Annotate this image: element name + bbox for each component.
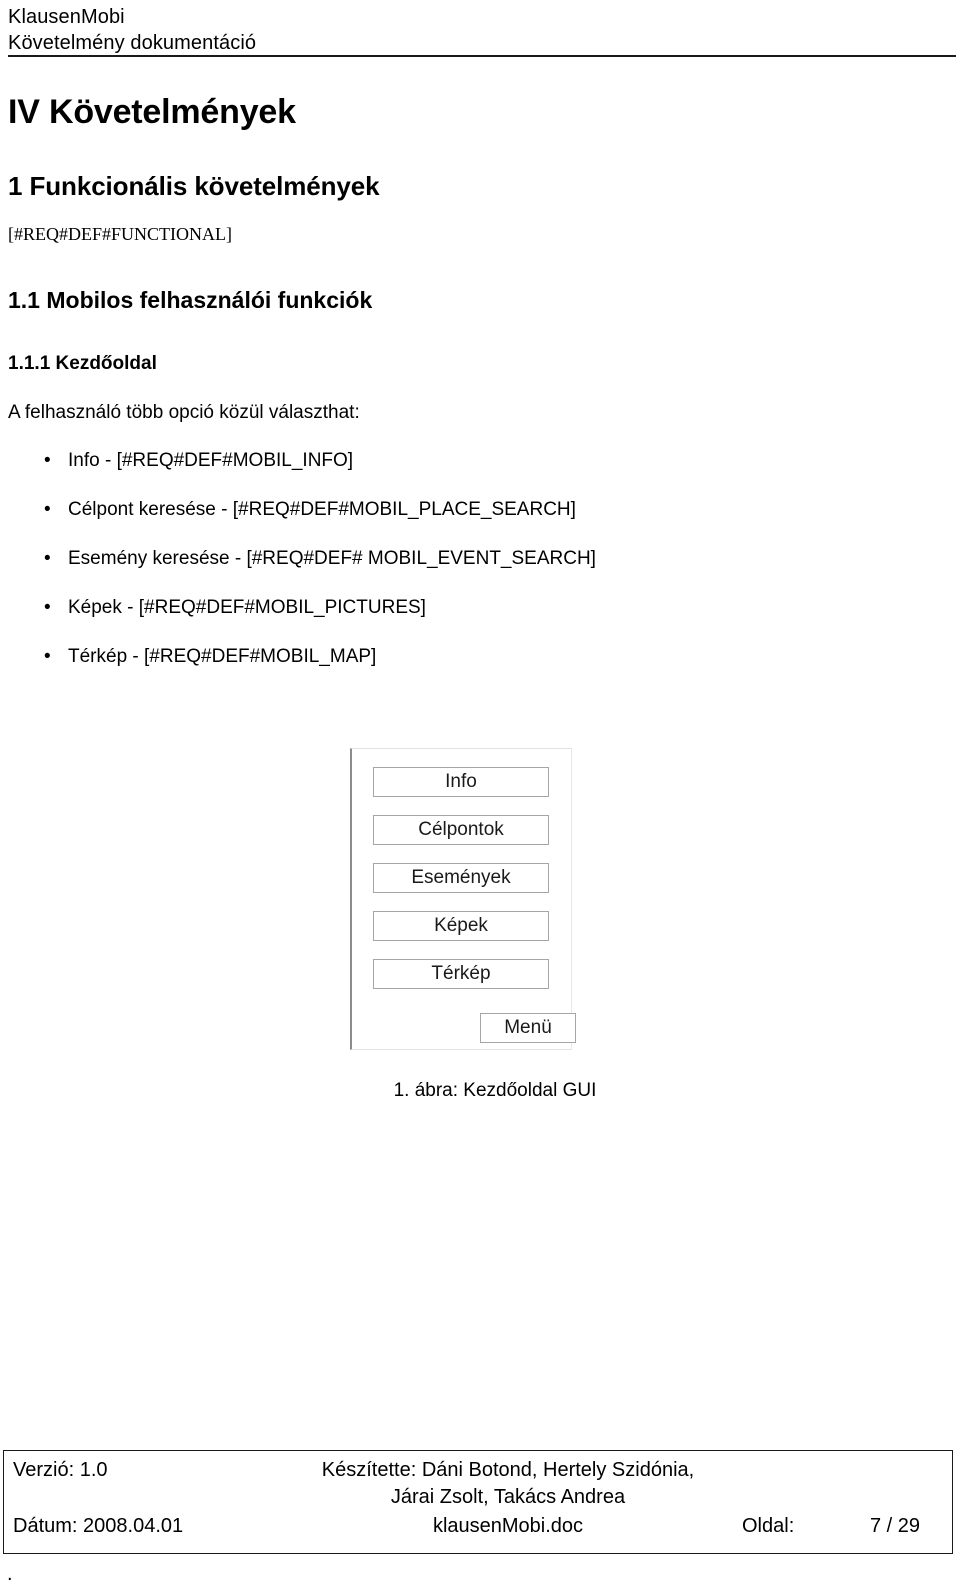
gui-button-info[interactable]: Info bbox=[373, 767, 549, 797]
list-item: • Esemény keresése - [#REQ#DEF# MOBIL_EV… bbox=[8, 546, 936, 572]
list-item: • Képek - [#REQ#DEF#MOBIL_PICTURES] bbox=[8, 595, 936, 621]
section-heading-1-1-1: 1.1.1 Kezdőoldal bbox=[8, 353, 157, 374]
figure-kezdooldal-gui: Info Célpontok Események Képek Térkép Me… bbox=[0, 748, 960, 1050]
stray-period-mark: . bbox=[7, 1563, 13, 1585]
section-heading-1-1: 1.1 Mobilos felhasználói funkciók bbox=[8, 287, 373, 313]
footer-row: Verzió: 1.0 Készítette: Dáni Botond, Her… bbox=[4, 1451, 952, 1513]
footer-authors-line2: Járai Zsolt, Takács Andrea bbox=[390, 1486, 626, 1508]
chapter-heading: IV Követelmények bbox=[8, 93, 296, 131]
header-subtitle-line: Követelmény dokumentáció bbox=[8, 32, 257, 54]
footer-date: Dátum: 2008.04.01 bbox=[13, 1515, 184, 1537]
bullet-icon: • bbox=[44, 548, 51, 569]
gui-button-menu[interactable]: Menü bbox=[480, 1013, 576, 1043]
footer-version: Verzió: 1.0 bbox=[13, 1459, 108, 1481]
gui-button-celpontok[interactable]: Célpontok bbox=[373, 815, 549, 845]
list-item-label: Esemény keresése - [#REQ#DEF# MOBIL_EVEN… bbox=[68, 548, 596, 569]
list-item-label: Célpont keresése - [#REQ#DEF#MOBIL_PLACE… bbox=[68, 499, 576, 520]
gui-button-esemenyek[interactable]: Események bbox=[373, 863, 549, 893]
footer-authors: Készítette: Dáni Botond, Hertely Szidóni… bbox=[274, 1457, 742, 1511]
gui-button-list: Info Célpontok Események Képek Térkép bbox=[373, 767, 549, 989]
list-item: • Info - [#REQ#DEF#MOBIL_INFO] bbox=[8, 448, 936, 474]
footer-authors-line1: Készítette: Dáni Botond, Hertely Szidóni… bbox=[321, 1459, 695, 1481]
list-item: • Célpont keresése - [#REQ#DEF#MOBIL_PLA… bbox=[8, 497, 936, 523]
footer-filename: klausenMobi.doc bbox=[432, 1515, 584, 1537]
figure-caption: 1. ábra: Kezdőoldal GUI bbox=[0, 1078, 960, 1104]
footer-page-label: Oldal: bbox=[742, 1515, 795, 1537]
header-divider bbox=[8, 55, 956, 57]
list-item: • Térkép - [#REQ#DEF#MOBIL_MAP] bbox=[8, 644, 936, 670]
header-title-line: KlausenMobi bbox=[8, 6, 125, 28]
list-item-label: Info - [#REQ#DEF#MOBIL_INFO] bbox=[68, 450, 354, 471]
footer-row: Dátum: 2008.04.01 klausenMobi.doc Oldal:… bbox=[4, 1513, 952, 1553]
figure-caption-text: 1. ábra: Kezdőoldal GUI bbox=[393, 1080, 597, 1101]
gui-mockup-frame: Info Célpontok Események Képek Térkép Me… bbox=[350, 748, 576, 1050]
options-list: • Info - [#REQ#DEF#MOBIL_INFO] • Célpont… bbox=[8, 448, 936, 670]
gui-button-terkep[interactable]: Térkép bbox=[373, 959, 549, 989]
intro-paragraph: A felhasználó több opció közül választha… bbox=[8, 402, 360, 423]
bullet-icon: • bbox=[44, 646, 51, 667]
list-item-label: Képek - [#REQ#DEF#MOBIL_PICTURES] bbox=[68, 597, 426, 618]
document-header: KlausenMobi Követelmény dokumentáció bbox=[8, 4, 952, 56]
document-body: IV Követelmények 1 Funkcionális követelm… bbox=[8, 92, 936, 693]
gui-button-kepek[interactable]: Képek bbox=[373, 911, 549, 941]
document-page: KlausenMobi Követelmény dokumentáció IV … bbox=[0, 0, 960, 1584]
section-heading-1: 1 Funkcionális követelmények bbox=[8, 171, 380, 201]
bullet-icon: • bbox=[44, 450, 51, 471]
requirement-tag-functional: [#REQ#DEF#FUNCTIONAL] bbox=[8, 224, 232, 244]
footer-page-value: 7 / 29 bbox=[870, 1515, 921, 1537]
bullet-icon: • bbox=[44, 499, 51, 520]
bullet-icon: • bbox=[44, 597, 51, 618]
list-item-label: Térkép - [#REQ#DEF#MOBIL_MAP] bbox=[68, 646, 377, 667]
document-footer: Verzió: 1.0 Készítette: Dáni Botond, Her… bbox=[3, 1450, 953, 1554]
